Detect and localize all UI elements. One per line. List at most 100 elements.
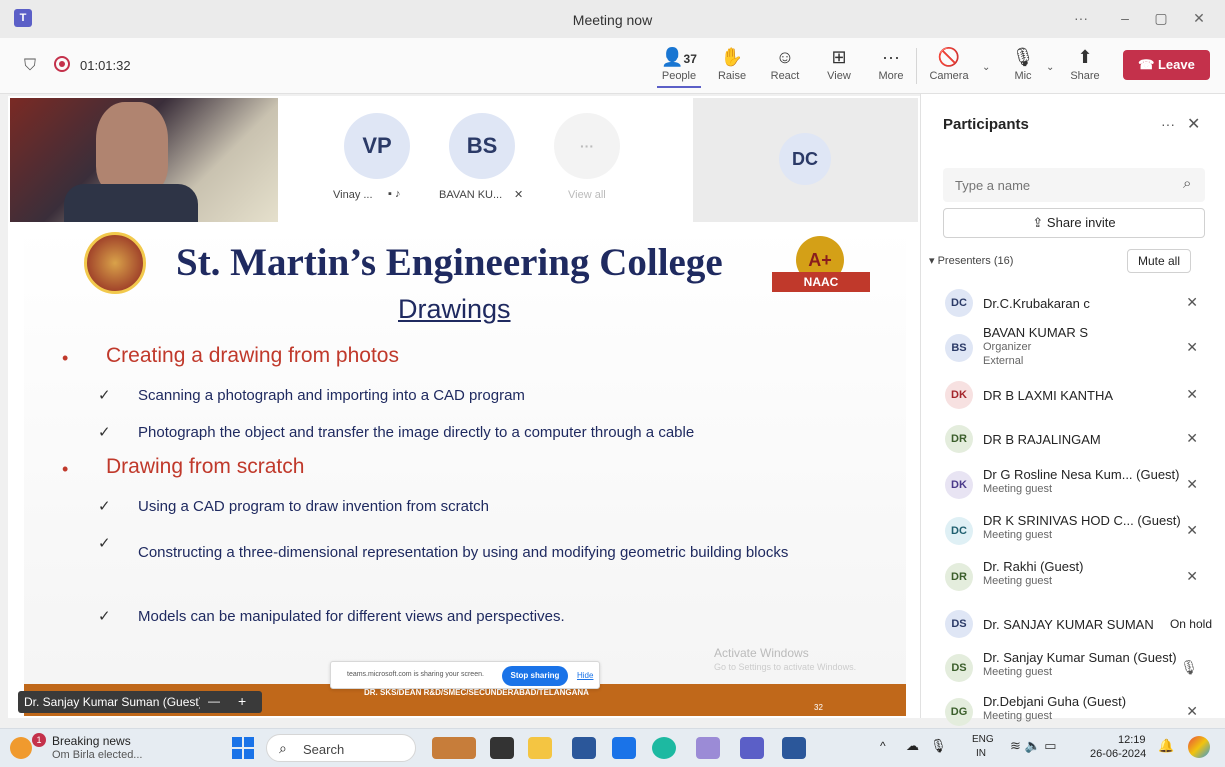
language-code[interactable]: ENG <box>972 734 994 745</box>
copilot-icon[interactable] <box>1188 736 1210 758</box>
dc-avatar: DC <box>779 133 831 185</box>
share-invite-button[interactable]: ⇪ Share invite <box>943 208 1205 238</box>
react-button[interactable]: ☺ React <box>760 44 810 82</box>
video-feed <box>10 98 278 222</box>
tray-chevron-icon[interactable]: ^ <box>880 739 886 753</box>
participant-row[interactable]: DC DR K SRINIVAS HOD C... (Guest) Meeting … <box>921 510 1225 552</box>
participant-avatar: DS <box>945 654 973 682</box>
share-button[interactable]: ⬆ Share <box>1060 44 1110 82</box>
react-label: React <box>770 70 800 82</box>
mute-all-button[interactable]: Mute all <box>1127 249 1191 273</box>
zoom-in-button[interactable]: + <box>238 693 246 709</box>
panel-close-icon[interactable]: ✕ <box>1187 114 1200 134</box>
language-region[interactable]: IN <box>976 748 986 759</box>
dell-app-icon[interactable] <box>612 737 636 759</box>
participant-search-input[interactable] <box>943 168 1173 202</box>
snipping-tool-icon[interactable] <box>696 737 720 759</box>
hide-sharing-link[interactable]: Hide <box>577 671 593 680</box>
mic-off-icon[interactable]: ✕ <box>1186 430 1198 447</box>
clock-date[interactable]: 26-06-2024 <box>1090 748 1146 760</box>
check-icon: ✓ <box>98 608 111 625</box>
presenters-section-toggle[interactable]: ▾ Presenters (16) <box>929 254 1013 267</box>
taskbar-search-icon: ⌕ <box>279 740 287 756</box>
participant-row[interactable]: DK Dr G Rosline Nesa Kum... (Guest) Meetin… <box>921 464 1225 506</box>
edge-browser-icon[interactable] <box>652 737 676 759</box>
view-all-label[interactable]: View all <box>568 189 606 201</box>
bullet-item: Models can be manipulated for different … <box>138 608 565 625</box>
participant-row[interactable]: DS Dr. Sanjay Kumar Suman (Guest) Meeting … <box>921 647 1225 689</box>
participant-name: Dr G Rosline Nesa Kum... (Guest) <box>983 467 1180 482</box>
news-weather-icon[interactable] <box>10 737 32 759</box>
mic-off-icon[interactable]: ✕ <box>1186 386 1198 403</box>
mic-off-icon[interactable]: ✕ <box>1186 522 1198 539</box>
windows-start-icon[interactable] <box>232 737 254 759</box>
mic-off-icon[interactable]: ✕ <box>1186 568 1198 585</box>
camera-chevron-icon[interactable]: ⌄ <box>982 62 990 73</box>
camera-label: Camera <box>929 70 969 82</box>
mic-off-icon[interactable]: ✕ <box>1186 294 1198 311</box>
participant-row[interactable]: DR Dr. Rakhi (Guest) Meeting guest ✕ <box>921 556 1225 598</box>
clock-time[interactable]: 12:19 <box>1118 734 1146 746</box>
stop-sharing-button[interactable]: Stop sharing <box>502 666 568 686</box>
zoom-out-button[interactable]: — <box>208 694 220 708</box>
presenters-section-label: Presenters (16) <box>937 255 1014 267</box>
participant-row[interactable]: DC Dr.C.Krubakaran c ✕ <box>921 282 1225 324</box>
taskbar-search-box[interactable]: ⌕ Search <box>266 734 416 762</box>
leave-button[interactable]: ☎ Leave <box>1123 50 1210 80</box>
bullet-dot: • <box>62 459 69 479</box>
restore-button[interactable]: ▢ <box>1146 10 1176 27</box>
mic-button[interactable]: 🎙 Mic <box>998 44 1048 82</box>
widget-app-icon[interactable] <box>432 737 476 759</box>
tray-mic-icon[interactable]: 🎙 <box>930 738 947 754</box>
window-more-button[interactable]: ··· <box>1066 10 1096 26</box>
people-count: 37 <box>683 52 697 66</box>
close-button[interactable]: ✕ <box>1184 10 1214 27</box>
news-subtitle[interactable]: Om Birla elected... <box>52 749 142 761</box>
participant-row[interactable]: DS Dr. SANJAY KUMAR SUMAN On hold <box>921 603 1225 645</box>
participants-panel: Participants ··· ✕ ⌕ ⇪ Share invite ▾ Pr… <box>920 94 1225 726</box>
notification-bell-icon[interactable]: 🔔 <box>1158 738 1174 754</box>
view-all-tile[interactable]: ··· <box>554 113 620 179</box>
check-icon: ✓ <box>98 424 111 441</box>
participant-row[interactable]: DR DR B RAJALINGAM ✕ <box>921 418 1225 460</box>
teams-taskbar-icon[interactable] <box>740 737 764 759</box>
mic-off-icon[interactable]: ✕ <box>1186 476 1198 493</box>
word-icon[interactable] <box>782 737 806 759</box>
participant-search[interactable]: ⌕ <box>943 168 1205 202</box>
participant-role: Meeting guest <box>983 483 1053 495</box>
participant-row[interactable]: BS BAVAN KUMAR S Organizer External ✕ <box>921 325 1225 369</box>
wifi-volume-battery-icons[interactable]: ≋ 🔈 ▭ <box>1010 738 1057 754</box>
participant-name: Dr.C.Krubakaran c <box>983 296 1090 311</box>
participant-row[interactable]: DK DR B LAXMI KANTHA ✕ <box>921 374 1225 416</box>
tile-bs-avatar[interactable]: BS <box>449 113 515 179</box>
participant-row[interactable]: DG Dr.Debjani Guha (Guest) Meeting guest ✕ <box>921 691 1225 733</box>
check-icon: ✓ <box>98 535 111 552</box>
task-view-icon[interactable] <box>490 737 514 759</box>
window-title: Meeting now <box>572 12 653 28</box>
bullet-item: Using a CAD program to draw invention fr… <box>138 498 489 515</box>
mic-label: Mic <box>1014 70 1032 82</box>
people-button[interactable]: 👤37 People <box>654 44 704 88</box>
mic-chevron-icon[interactable]: ⌄ <box>1046 62 1054 73</box>
participant-avatar: DS <box>945 610 973 638</box>
tray-cloud-icon[interactable]: ☁ <box>906 738 919 754</box>
minimize-button[interactable]: – <box>1110 10 1140 26</box>
participant-name: BAVAN KUMAR S <box>983 325 1088 340</box>
camera-button[interactable]: 🚫 Camera <box>924 44 974 82</box>
mic-off-icon[interactable]: ✕ <box>1186 339 1198 356</box>
tile-vp-avatar[interactable]: VP <box>344 113 410 179</box>
file-explorer-icon[interactable] <box>528 737 552 759</box>
naac-badge: A+ NAAC <box>772 236 870 300</box>
mic-off-icon[interactable]: ✕ <box>1186 703 1198 720</box>
news-title[interactable]: Breaking news <box>52 734 131 748</box>
mic-on-icon[interactable]: 🎙 <box>1180 659 1198 676</box>
raise-hand-button[interactable]: ✋ Raise <box>707 44 757 82</box>
view-button[interactable]: ⊞ View <box>814 44 864 82</box>
more-button[interactable]: ··· More <box>866 44 916 82</box>
participant-avatar: DR <box>945 563 973 591</box>
store-icon[interactable] <box>572 737 596 759</box>
more-label: More <box>878 70 904 82</box>
dc-tile[interactable]: DC <box>693 98 918 222</box>
share-icon: ⬆ <box>1077 47 1093 67</box>
panel-more-icon[interactable]: ··· <box>1161 116 1175 132</box>
